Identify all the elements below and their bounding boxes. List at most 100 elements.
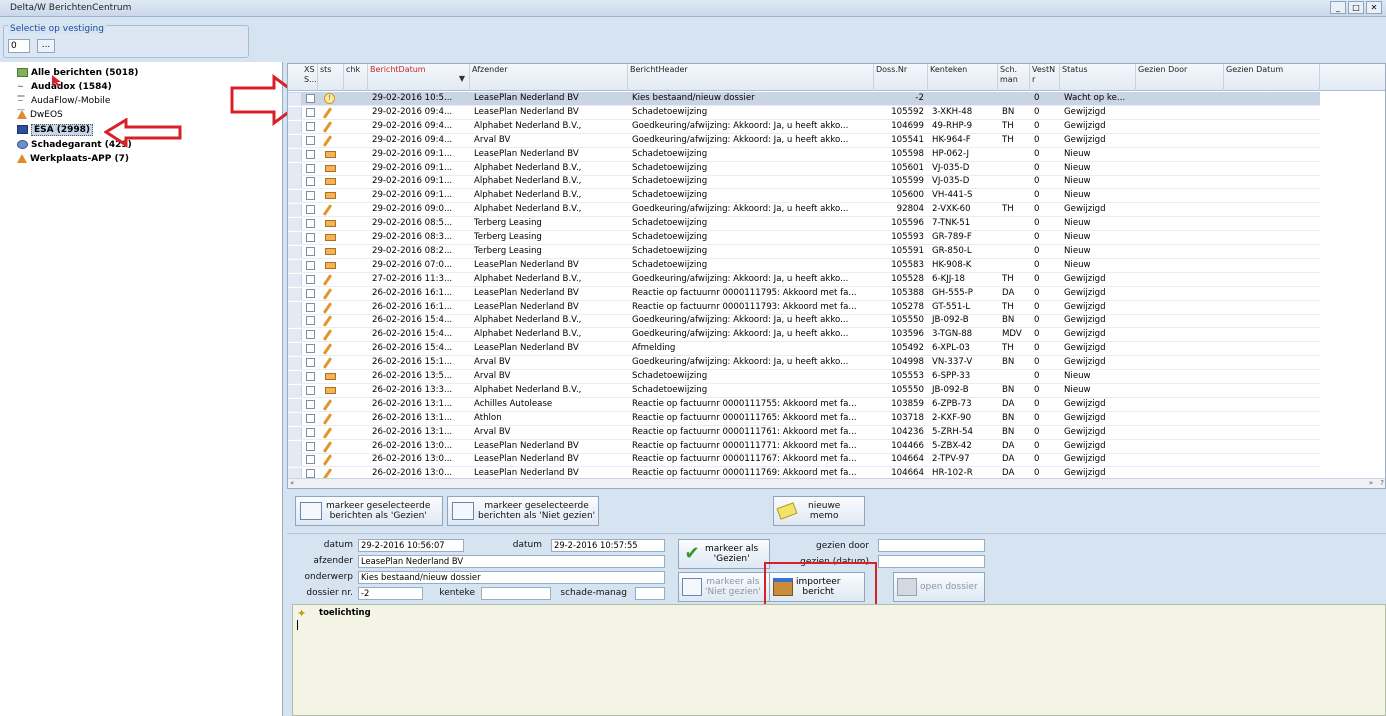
minimize-button[interactable]: _ [1330,1,1346,14]
table-row[interactable]: 26-02-2016 15:4... Alphabet Nederland B.V… [288,328,1320,343]
col-schman[interactable]: Sch. man [998,64,1030,91]
col-vestnr[interactable]: VestN r [1030,64,1060,91]
col-chk[interactable]: chk [344,64,368,91]
new-memo-button[interactable]: nieuwe memo [773,496,865,526]
dossier-field[interactable]: -2 [358,587,423,600]
col-status[interactable]: Status [1060,64,1136,91]
table-row[interactable]: 29-02-2016 09:1... LeasePlan Nederland BV… [288,148,1320,162]
row-selector[interactable] [288,148,302,161]
row-selector[interactable] [288,371,302,383]
row-checkbox[interactable] [306,94,315,103]
schade-field[interactable] [635,587,665,600]
row-selector[interactable] [288,134,302,147]
row-checkbox[interactable] [306,441,315,451]
gezien-datum-field[interactable] [878,555,985,568]
table-row[interactable]: 29-02-2016 09:0... Alphabet Nederland B.V… [288,203,1320,218]
table-row[interactable]: 29-02-2016 08:3... Terberg Leasing Schadet… [288,231,1320,245]
gezien-door-field[interactable] [878,539,985,552]
table-row[interactable]: 29-02-2016 09:1... Alphabet Nederland B.V… [288,175,1320,190]
row-selector[interactable] [288,426,302,439]
table-row[interactable]: 26-02-2016 16:1... LeasePlan Nederland BV… [288,301,1320,315]
row-checkbox[interactable] [306,177,315,187]
row-checkbox[interactable] [306,219,315,229]
table-row[interactable]: 26-02-2016 13:1... Athlon Reactie op factu… [288,412,1320,426]
row-selector[interactable] [288,204,302,217]
tree-item-audaflow[interactable]: ~— AudaFlow/-Mobile [17,94,110,115]
table-row[interactable]: 26-02-2016 13:1... Achilles Autolease Reac… [288,398,1320,412]
table-row[interactable]: 26-02-2016 15:4... LeasePlan Nederland BV… [288,342,1320,357]
row-selector[interactable] [288,190,302,203]
col-afzender[interactable]: Afzender [470,64,628,91]
markeer-gezien-button[interactable]: ✔ markeer als 'Gezien' [678,539,770,569]
table-row[interactable]: 29-02-2016 08:5... Terberg Leasing Schadet… [288,217,1320,232]
row-selector[interactable] [288,329,302,342]
afzender-field[interactable]: LeasePlan Nederland BV [358,555,665,568]
row-checkbox[interactable] [306,107,315,117]
row-checkbox[interactable] [306,121,315,131]
row-selector[interactable] [288,384,302,397]
row-selector[interactable] [288,106,302,119]
row-selector[interactable] [288,412,302,425]
row-selector[interactable] [288,315,302,328]
row-selector[interactable] [288,440,302,453]
row-checkbox[interactable] [306,233,315,242]
table-row[interactable]: 26-02-2016 13:0... LeasePlan Nederland BV… [288,440,1320,454]
col-kenteken[interactable]: Kenteken [928,64,998,91]
maximize-button[interactable]: □ [1348,1,1364,14]
row-selector[interactable] [288,120,302,133]
table-row[interactable]: 29-02-2016 08:2... Terberg Leasing Schadet… [288,245,1320,259]
row-checkbox[interactable] [306,191,315,201]
vestiging-browse-button[interactable]: ... [37,39,55,53]
row-checkbox[interactable] [306,246,315,256]
table-row[interactable]: 26-02-2016 13:5... Arval BV Schadetoewijzi… [288,370,1320,384]
row-selector[interactable] [288,162,302,175]
row-selector[interactable] [288,93,302,105]
memo-area[interactable]: ✦ toelichting [292,604,1386,716]
table-row[interactable]: 29-02-2016 09:1... Alphabet Nederland B.V… [288,189,1320,204]
col-xs[interactable]: XS S... [302,64,318,91]
row-checkbox[interactable] [306,330,315,340]
col-gezien-datum[interactable]: Gezien Datum [1224,64,1320,91]
datum-field[interactable]: 29-2-2016 10:56:07 [358,539,464,552]
row-checkbox[interactable] [306,316,315,326]
table-row[interactable]: 27-02-2016 11:3... Alphabet Nederland B.V… [288,273,1320,287]
row-checkbox[interactable] [306,427,315,437]
tree-item-esa[interactable]: ESA (2998) [17,123,94,136]
kenteke-field[interactable] [481,587,551,600]
col-berichtdatum[interactable]: BerichtDatum ▼ [368,64,470,91]
table-row[interactable]: 29-02-2016 09:4... LeasePlan Nederland BV… [288,106,1320,120]
col-gezien-door[interactable]: Gezien Door [1136,64,1224,91]
row-checkbox[interactable] [306,260,315,270]
tree-item-werkplaats-app[interactable]: Werkplaats-APP (7) [17,152,129,165]
row-checkbox[interactable] [306,149,315,159]
tree-item-alle-berichten[interactable]: Alle berichten (5018) [17,66,138,79]
mark-unseen-button[interactable]: markeer geselecteerde berichten als 'Nie… [447,496,599,526]
row-checkbox[interactable] [306,358,315,368]
table-row[interactable]: 29-02-2016 07:0... LeasePlan Nederland BV… [288,259,1320,273]
table-row[interactable]: 26-02-2016 13:1... Arval BV Reactie op fac… [288,426,1320,440]
row-checkbox[interactable] [306,399,315,409]
row-selector[interactable] [288,398,302,411]
table-row[interactable]: ! 29-02-2016 10:5... LeasePlan Nederland B… [288,92,1320,106]
row-checkbox[interactable] [306,344,315,354]
row-checkbox[interactable] [306,385,315,395]
table-row[interactable]: 29-02-2016 09:4... Arval BV Goedkeuring/af… [288,134,1320,148]
row-checkbox[interactable] [306,469,315,479]
row-checkbox[interactable] [306,413,315,423]
datum2-field[interactable]: 29-2-2016 10:57:55 [551,539,665,552]
row-selector[interactable] [288,287,302,300]
row-checkbox[interactable] [306,274,315,284]
row-selector[interactable] [288,245,302,258]
row-selector[interactable] [288,259,302,272]
scroll-right-icon[interactable]: » [1369,479,1373,487]
row-selector[interactable] [288,273,302,286]
row-selector[interactable] [288,176,302,189]
row-checkbox[interactable] [306,135,315,145]
row-selector[interactable] [288,357,302,370]
table-row[interactable]: 29-02-2016 09:4... Alphabet Nederland B.V… [288,120,1320,134]
help-icon[interactable]: ? [1380,479,1384,487]
col-sts[interactable]: sts [318,64,344,91]
row-selector[interactable] [288,232,302,244]
close-button[interactable]: ✕ [1366,1,1382,14]
col-berichtheader[interactable]: BerichtHeader [628,64,874,91]
